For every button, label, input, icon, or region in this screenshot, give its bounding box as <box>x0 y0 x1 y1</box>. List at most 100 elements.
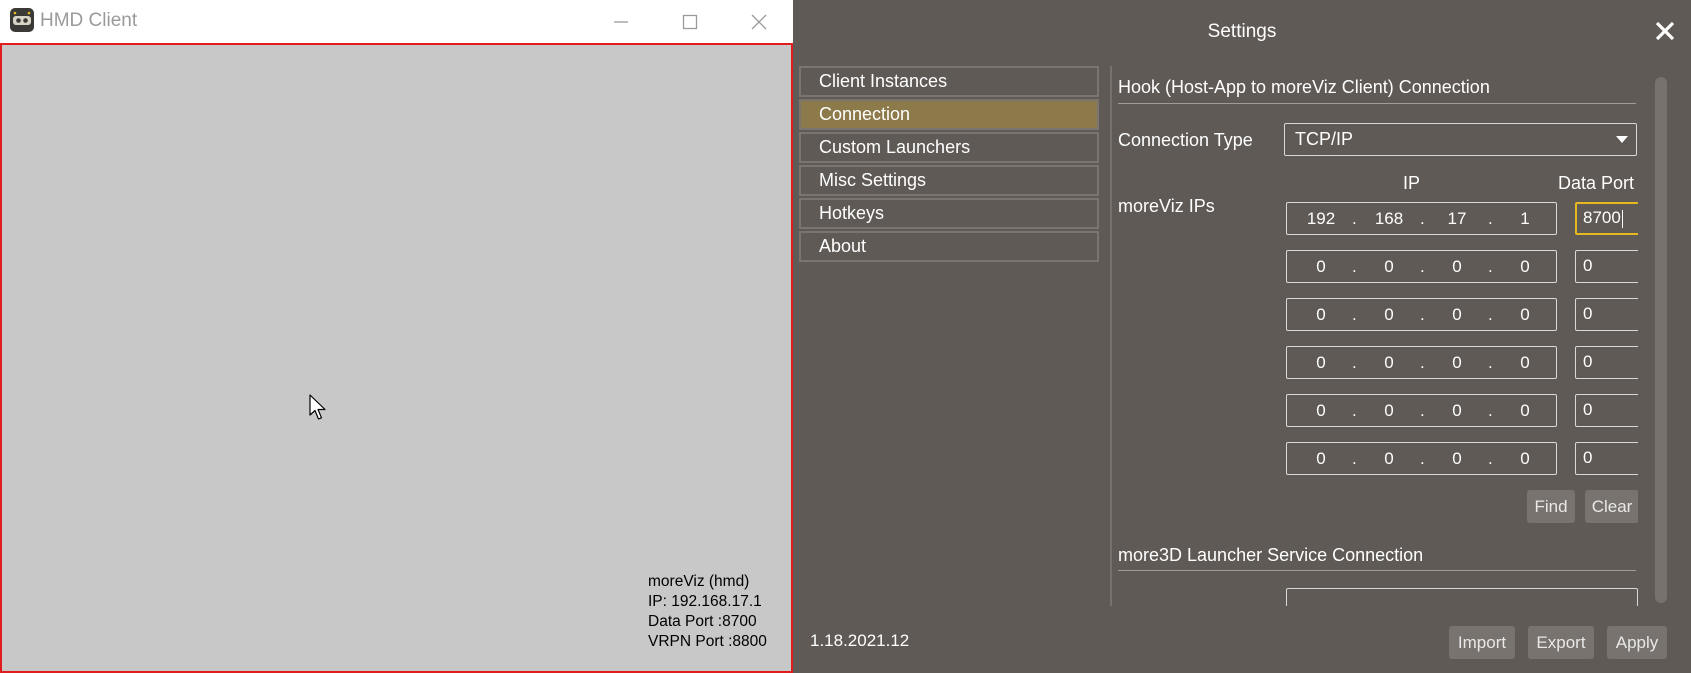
ip-separator: . <box>1352 353 1357 372</box>
launcher-section-title: more3D Launcher Service Connection <box>1118 545 1424 565</box>
ip-octet[interactable]: 0 <box>1369 305 1409 325</box>
ip-field[interactable]: 0 . 0 . 0 . 0 <box>1286 442 1557 475</box>
desktop: HMD Client moreViz (hmd) IP: 192.168.17.… <box>0 0 1691 673</box>
ip-separator: . <box>1488 209 1493 228</box>
overlay-ip: IP: 192.168.17.1 <box>648 593 762 610</box>
hook-section-title: Hook (Host-App to moreViz Client) Connec… <box>1118 77 1490 97</box>
ip-field[interactable]: 0 . 0 . 0 . 0 <box>1286 394 1557 427</box>
chevron-down-icon <box>1616 136 1628 143</box>
data-port-field[interactable]: 0 <box>1575 394 1638 427</box>
ip-field[interactable]: 0 . 0 . 0 . 0 <box>1286 250 1557 283</box>
ip-octet[interactable]: 192 <box>1301 209 1341 229</box>
data-port-field[interactable]: 0 <box>1575 250 1638 283</box>
minimize-button[interactable] <box>586 0 656 43</box>
ip-octet[interactable]: 0 <box>1301 353 1341 373</box>
sidebar-item-custom-launchers[interactable]: Custom Launchers <box>799 132 1099 163</box>
data-port-field-focused[interactable]: 8700 <box>1575 202 1638 235</box>
sidebar-item-connection[interactable]: Connection <box>799 99 1099 130</box>
ip-octet[interactable]: 17 <box>1437 209 1477 229</box>
ip-separator: . <box>1488 449 1493 468</box>
connection-settings-content[interactable]: Hook (Host-App to moreViz Client) Connec… <box>1118 66 1638 606</box>
ip-separator: . <box>1420 353 1425 372</box>
connection-type-select[interactable]: TCP/IP <box>1284 123 1637 156</box>
sidebar-item-hotkeys[interactable]: Hotkeys <box>799 198 1099 229</box>
ip-field[interactable]: 0 . 0 . 0 . 0 <box>1286 346 1557 379</box>
hmd-titlebar[interactable]: HMD Client <box>0 0 793 43</box>
connection-type-value: TCP/IP <box>1295 129 1354 149</box>
ip-octet[interactable]: 0 <box>1301 305 1341 325</box>
minimize-icon <box>614 20 628 23</box>
launcher-input-partial[interactable] <box>1286 588 1638 606</box>
hmd-app-icon <box>10 8 34 32</box>
apply-button[interactable]: Apply <box>1607 626 1667 659</box>
settings-scrollbar-thumb[interactable] <box>1655 77 1667 603</box>
ip-octet[interactable]: 0 <box>1369 257 1409 277</box>
ip-octet[interactable]: 0 <box>1505 449 1545 469</box>
ip-field[interactable]: 0 . 0 . 0 . 0 <box>1286 298 1557 331</box>
ip-separator: . <box>1352 449 1357 468</box>
close-button[interactable] <box>724 0 794 43</box>
maximize-button[interactable] <box>655 0 725 43</box>
ip-octet[interactable]: 1 <box>1505 209 1545 229</box>
settings-title: Settings <box>1207 21 1277 42</box>
import-button[interactable]: Import <box>1449 626 1515 659</box>
ip-separator: . <box>1420 257 1425 276</box>
ip-column-header: IP <box>1403 173 1421 193</box>
ip-octet[interactable]: 0 <box>1437 401 1477 421</box>
data-port-value: 8700 <box>1583 208 1621 227</box>
data-port-column-header: Data Port <box>1558 173 1635 193</box>
overlay-data-port: Data Port :8700 <box>648 613 757 630</box>
ip-octet[interactable]: 0 <box>1437 305 1477 325</box>
hmd-window-title: HMD Client <box>40 10 138 31</box>
ip-octet[interactable]: 0 <box>1505 257 1545 277</box>
sidebar-item-misc-settings[interactable]: Misc Settings <box>799 165 1099 196</box>
overlay-app-name: moreViz (hmd) <box>648 573 750 590</box>
hmd-client-window: HMD Client moreViz (hmd) IP: 192.168.17.… <box>0 0 793 673</box>
find-button[interactable]: Find <box>1527 490 1575 523</box>
close-icon <box>751 14 767 29</box>
data-port-field[interactable]: 0 <box>1575 346 1638 379</box>
sidebar-divider <box>1110 66 1112 606</box>
ip-octet[interactable]: 168 <box>1369 209 1409 229</box>
settings-header: Settings <box>793 0 1691 63</box>
ip-octet[interactable]: 0 <box>1437 449 1477 469</box>
ip-octet[interactable]: 0 <box>1301 401 1341 421</box>
ip-field[interactable]: 192 . 168 . 17 . 1 <box>1286 202 1557 235</box>
ip-separator: . <box>1352 209 1357 228</box>
moreviz-ips-label: moreViz IPs <box>1118 196 1215 216</box>
mouse-cursor-icon <box>309 394 326 420</box>
ip-separator: . <box>1420 401 1425 420</box>
ip-octet[interactable]: 0 <box>1505 401 1545 421</box>
ip-octet[interactable]: 0 <box>1301 449 1341 469</box>
ip-separator: . <box>1352 401 1357 420</box>
ip-octet[interactable]: 0 <box>1369 353 1409 373</box>
ip-octet[interactable]: 0 <box>1369 449 1409 469</box>
sidebar-item-client-instances[interactable]: Client Instances <box>799 66 1099 97</box>
text-caret <box>1621 209 1623 228</box>
overlay-vrpn-port: VRPN Port :8800 <box>648 633 767 650</box>
export-button[interactable]: Export <box>1528 626 1594 659</box>
settings-close-icon[interactable] <box>1654 20 1676 42</box>
ip-separator: . <box>1420 449 1425 468</box>
ip-octet[interactable]: 0 <box>1437 353 1477 373</box>
ip-separator: . <box>1352 305 1357 324</box>
ip-separator: . <box>1420 305 1425 324</box>
ip-octet[interactable]: 0 <box>1437 257 1477 277</box>
ip-octet[interactable]: 0 <box>1301 257 1341 277</box>
launcher-section-divider <box>1118 570 1636 571</box>
ip-separator: . <box>1488 305 1493 324</box>
hook-section-divider <box>1118 103 1636 104</box>
sidebar-item-about[interactable]: About <box>799 231 1099 262</box>
data-port-field[interactable]: 0 <box>1575 298 1638 331</box>
maximize-icon <box>682 14 698 29</box>
ip-separator: . <box>1488 257 1493 276</box>
ip-octet[interactable]: 0 <box>1369 401 1409 421</box>
connection-type-label: Connection Type <box>1118 130 1253 150</box>
clear-button[interactable]: Clear <box>1585 490 1638 523</box>
ip-separator: . <box>1488 401 1493 420</box>
ip-octet[interactable]: 0 <box>1505 353 1545 373</box>
ip-separator: . <box>1352 257 1357 276</box>
ip-octet[interactable]: 0 <box>1505 305 1545 325</box>
version-label: 1.18.2021.12 <box>810 631 910 650</box>
data-port-field[interactable]: 0 <box>1575 442 1638 475</box>
